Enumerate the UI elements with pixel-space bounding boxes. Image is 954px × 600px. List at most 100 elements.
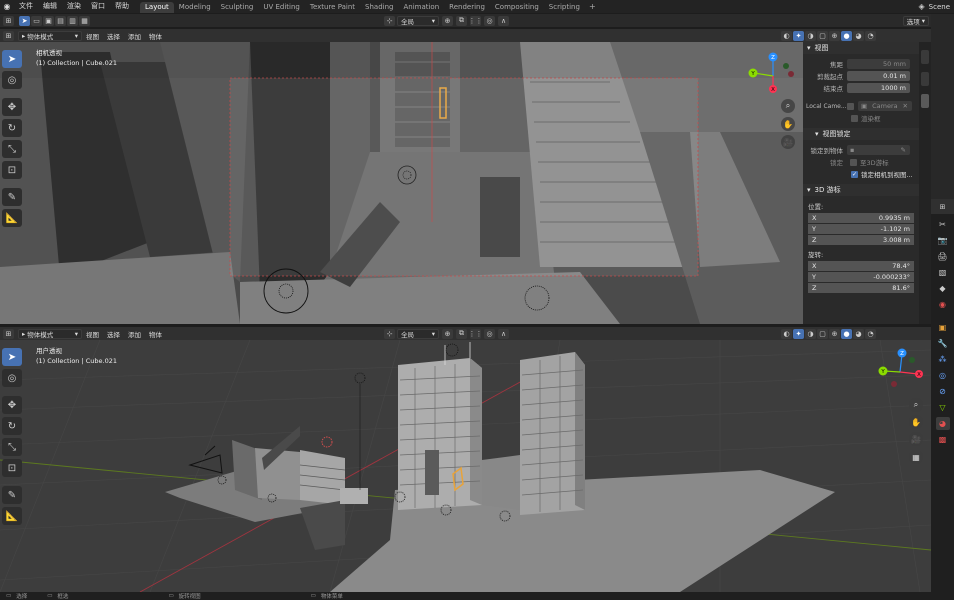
move-tool-icon[interactable]: ✥ bbox=[2, 396, 22, 414]
view-lock-section-header[interactable]: ▾ 视图锁定 bbox=[803, 128, 919, 140]
transform-tool-icon[interactable]: ⊡ bbox=[2, 161, 22, 179]
eyedropper-icon[interactable]: ✎ bbox=[901, 145, 906, 155]
scene-name[interactable]: Scene bbox=[929, 3, 950, 11]
sidebar-tab-view[interactable] bbox=[921, 94, 929, 108]
pivot-icon[interactable]: ⊕ bbox=[442, 15, 453, 26]
overlay-toggle-icon[interactable]: ◑ bbox=[805, 328, 816, 339]
scale-tool-icon[interactable]: ⤡ bbox=[2, 140, 22, 158]
tab-modeling[interactable]: Modeling bbox=[174, 2, 216, 13]
lock-camera-checkbox[interactable]: ✓ bbox=[851, 170, 858, 178]
gizmo-toggle-icon[interactable]: ✦ bbox=[793, 30, 804, 41]
physics-properties-icon[interactable]: ◎ bbox=[936, 369, 950, 382]
select-new-icon[interactable]: ▭ bbox=[31, 15, 42, 26]
editor-type-icon-3[interactable]: ⊞ bbox=[3, 328, 14, 339]
world-properties-icon[interactable]: ◉ bbox=[936, 298, 950, 311]
snap-target-icon[interactable]: ⋮⋮ bbox=[469, 15, 483, 26]
annotate-tool-icon[interactable]: ✎ bbox=[2, 188, 22, 206]
xray-icon[interactable]: ▢ bbox=[817, 328, 828, 339]
solid-shading-icon[interactable]: ● bbox=[841, 30, 852, 41]
view-layer-properties-icon[interactable]: ▧ bbox=[936, 266, 950, 279]
falloff-icon[interactable]: ∧ bbox=[498, 328, 509, 339]
editor-type-icon-2[interactable]: ⊞ bbox=[3, 15, 14, 26]
rotate-tool-icon[interactable]: ↻ bbox=[2, 417, 22, 435]
tab-scripting[interactable]: Scripting bbox=[544, 2, 585, 13]
cursor-section-header[interactable]: ▾ 3D 游标 bbox=[803, 184, 919, 196]
bottom-menu-object[interactable]: 物体 bbox=[145, 329, 166, 339]
transform-tool-icon[interactable]: ⊡ bbox=[2, 459, 22, 477]
camera-field[interactable]: ▣ Camera ✕ bbox=[858, 101, 912, 111]
select-subtract-icon[interactable]: ▤ bbox=[55, 15, 66, 26]
particles-properties-icon[interactable]: ⁂ bbox=[936, 353, 950, 366]
orientation-icon[interactable]: ⊹ bbox=[384, 328, 395, 339]
rotate-tool-icon[interactable]: ↻ bbox=[2, 119, 22, 137]
menu-help[interactable]: 帮助 bbox=[110, 0, 134, 13]
options-dropdown[interactable]: 选项 ▾ bbox=[902, 15, 929, 26]
texture-properties-icon[interactable]: ▩ bbox=[936, 433, 950, 446]
tab-animation[interactable]: Animation bbox=[398, 2, 444, 13]
top-menu-object[interactable]: 物体 bbox=[145, 31, 166, 41]
tab-sculpting[interactable]: Sculpting bbox=[216, 2, 259, 13]
top-menu-select[interactable]: 选择 bbox=[103, 31, 124, 41]
overlay-toggle-icon[interactable]: ◑ bbox=[805, 30, 816, 41]
scale-tool-icon[interactable]: ⤡ bbox=[2, 438, 22, 456]
constraints-properties-icon[interactable]: ⊘ bbox=[936, 385, 950, 398]
menu-render[interactable]: 渲染 bbox=[62, 0, 86, 13]
bottom-orientation-dropdown[interactable]: 全局 ▾ bbox=[397, 328, 439, 339]
rotation-x-field[interactable]: X 78.4° bbox=[808, 261, 914, 272]
menu-window[interactable]: 窗口 bbox=[86, 0, 110, 13]
visibility-icon[interactable]: ◐ bbox=[781, 30, 792, 41]
rotation-z-field[interactable]: Z 81.6° bbox=[808, 283, 914, 294]
menu-edit[interactable]: 编辑 bbox=[38, 0, 62, 13]
material-shading-icon[interactable]: ◕ bbox=[853, 328, 864, 339]
snap-target-icon[interactable]: ⋮⋮ bbox=[469, 328, 483, 339]
render-region-checkbox[interactable] bbox=[851, 114, 858, 122]
bottom-navigation-gizmo[interactable]: Z Y X bbox=[872, 346, 928, 398]
gizmo-toggle-icon[interactable]: ✦ bbox=[793, 328, 804, 339]
proportional-edit-icon[interactable]: ◎ bbox=[484, 15, 495, 26]
scene-properties-icon[interactable]: ◆ bbox=[936, 282, 950, 295]
orientation-icon[interactable]: ⊹ bbox=[384, 15, 395, 26]
tab-compositing[interactable]: Compositing bbox=[490, 2, 544, 13]
camera-view-icon[interactable]: 🎥 bbox=[909, 432, 923, 446]
view-section-header[interactable]: ▾ 视图 bbox=[803, 42, 919, 54]
sidebar-tab-tool[interactable] bbox=[921, 72, 929, 86]
pan-hand-icon[interactable]: ✋ bbox=[781, 117, 795, 131]
bottom-mode-dropdown[interactable]: ▸ 物体模式 ▾ bbox=[18, 328, 82, 339]
clip-end-field[interactable]: 1000 m bbox=[847, 83, 910, 93]
tab-shading[interactable]: Shading bbox=[360, 2, 398, 13]
snap-icon[interactable]: ⧉ bbox=[456, 328, 467, 339]
rendered-shading-icon[interactable]: ◔ bbox=[865, 328, 876, 339]
editor-type-icon[interactable]: ⊞ bbox=[3, 30, 14, 41]
move-tool-icon[interactable]: ✥ bbox=[2, 98, 22, 116]
top-viewport-camera[interactable]: 相机透视 (1) Collection | Cube.021 ➤ ◎ ✥ ↻ ⤡… bbox=[0, 42, 803, 324]
modifier-properties-icon[interactable]: 🔧 bbox=[936, 337, 950, 350]
scene-selector-icon[interactable]: ◈ bbox=[919, 2, 925, 11]
lock-cursor-checkbox[interactable] bbox=[850, 158, 857, 166]
blender-logo-icon[interactable]: ◉ bbox=[0, 0, 14, 13]
tool-properties-icon[interactable]: ✂ bbox=[936, 218, 950, 231]
top-menu-view[interactable]: 视图 bbox=[82, 31, 103, 41]
menu-file[interactable]: 文件 bbox=[14, 0, 38, 13]
sidebar-tab-item[interactable] bbox=[921, 50, 929, 64]
lock-object-field[interactable]: ▪ ✎ bbox=[847, 145, 910, 155]
local-camera-checkbox[interactable] bbox=[847, 102, 854, 110]
select-intersect-icon[interactable]: ▦ bbox=[79, 15, 90, 26]
select-invert-icon[interactable]: ▥ bbox=[67, 15, 78, 26]
pivot-icon[interactable]: ⊕ bbox=[442, 328, 453, 339]
select-extend-icon[interactable]: ▣ bbox=[43, 15, 54, 26]
select-tool-icon[interactable]: ➤ bbox=[19, 15, 30, 26]
proportional-edit-icon[interactable]: ◎ bbox=[484, 328, 495, 339]
tab-texture-paint[interactable]: Texture Paint bbox=[305, 2, 360, 13]
top-orientation-dropdown[interactable]: 全局 ▾ bbox=[397, 15, 439, 26]
bottom-menu-view[interactable]: 视图 bbox=[82, 329, 103, 339]
tab-rendering[interactable]: Rendering bbox=[444, 2, 490, 13]
location-x-field[interactable]: X 0.9935 m bbox=[808, 213, 914, 224]
bottom-viewport-user[interactable]: 用户透视 (1) Collection | Cube.021 ➤ ◎ ✥ ↻ ⤡… bbox=[0, 340, 931, 592]
location-z-field[interactable]: Z 3.008 m bbox=[808, 235, 914, 246]
camera-view-icon[interactable]: 🎥 bbox=[781, 135, 795, 149]
focal-field[interactable]: 50 mm bbox=[847, 59, 910, 69]
pan-hand-icon[interactable]: ✋ bbox=[909, 415, 923, 429]
data-properties-icon[interactable]: ▽ bbox=[936, 401, 950, 414]
top-navigation-gizmo[interactable]: Z Y X bbox=[745, 50, 801, 102]
top-menu-add[interactable]: 添加 bbox=[124, 31, 145, 41]
